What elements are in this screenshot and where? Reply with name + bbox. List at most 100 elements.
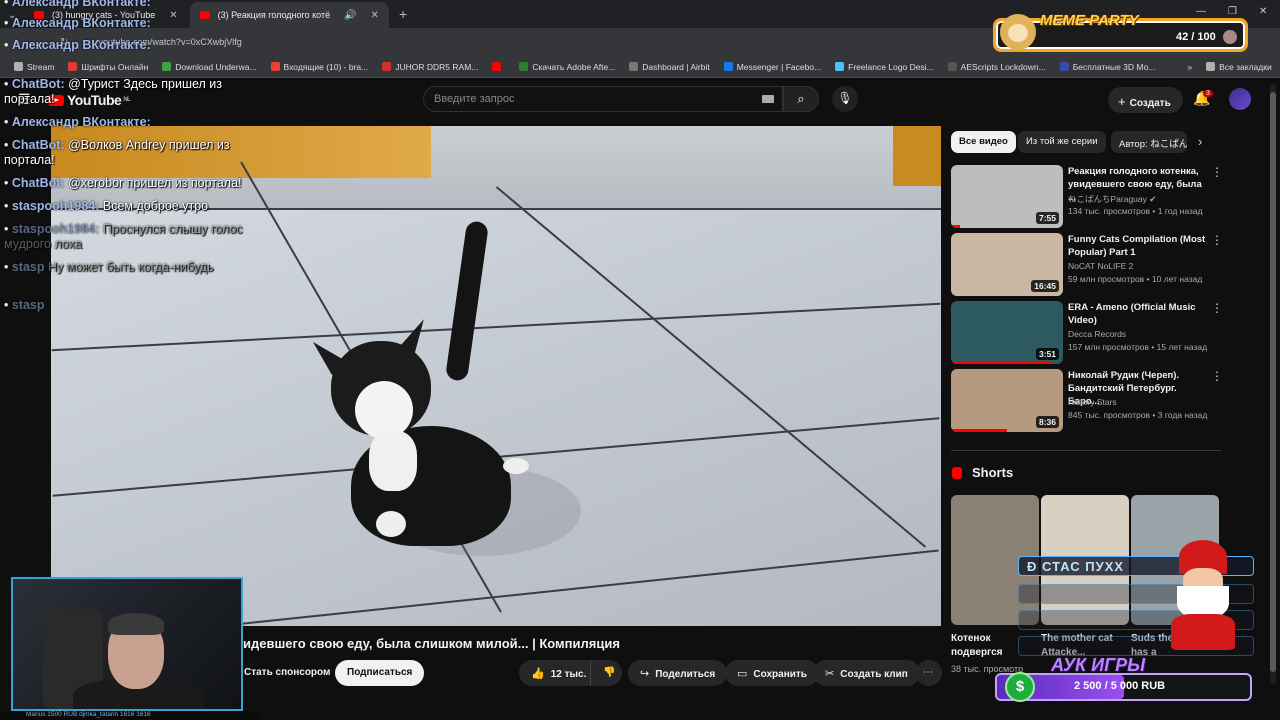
bookmark-aescripts[interactable]: AEScripts Lockdown... [947, 61, 1046, 72]
scissors-icon: ✂ [825, 668, 835, 680]
recommendation-item[interactable]: 7:55 Реакция голодного котенка, увидевшег… [951, 165, 1223, 229]
chat-author: stasp [11, 298, 45, 312]
shorts-heading-label: Shorts [972, 465, 1014, 480]
bookmark-underwater[interactable]: Download Underwa... [162, 62, 257, 72]
scrollbar-thumb[interactable] [1270, 92, 1276, 672]
bookmark-youtube[interactable] [492, 62, 505, 71]
more-vertical-icon[interactable]: ⋮ [1211, 301, 1223, 315]
more-vertical-icon[interactable]: ⋮ [1211, 369, 1223, 383]
like-button[interactable]: 👍 12 тыс. [519, 660, 590, 686]
all-bookmarks[interactable]: Все закладки [1206, 62, 1272, 72]
watch-progress-bar [951, 361, 1052, 364]
santa-sticker [1163, 540, 1243, 650]
dislike-button[interactable]: 👎 [590, 660, 622, 686]
search-button[interactable]: ⌕ [783, 86, 819, 112]
share-button[interactable]: ↪ Поделиться [628, 660, 728, 686]
sponsor-button[interactable]: Стать спонсором [232, 660, 342, 686]
chip-same-series[interactable]: Из той же серии [1018, 131, 1106, 153]
recommendation-channel[interactable]: NoCAT NoLIFE 2 [1068, 261, 1133, 271]
tab-audio-icon[interactable]: 🔊 [344, 10, 356, 21]
chat-text: Ну может быть когда-нибудь [48, 260, 214, 274]
more-vertical-icon[interactable]: ⋮ [1211, 233, 1223, 247]
bookmark-label: JUHOR DDR5 RAM... [395, 61, 479, 72]
more-vertical-icon[interactable]: ⋮ [1211, 165, 1223, 179]
cat-face [355, 381, 413, 439]
bookmark-3d[interactable]: Бесплатные 3D Мо... [1059, 62, 1155, 72]
chat-bullet: • [4, 199, 12, 213]
recommendation-item[interactable]: 8:36 Николай Рудик (Череп). Бандитский Пе… [951, 369, 1223, 433]
bookmark-airbit[interactable]: Dashboard | Airbit [629, 62, 710, 72]
chat-message: • staspooh1984: Всем доброе утро [4, 199, 266, 214]
bookmark-label: Freelance Logo Desi... [848, 61, 934, 72]
more-actions-button[interactable]: ⋯ [916, 660, 942, 686]
create-button[interactable]: + Создать [1108, 87, 1183, 113]
bookmark-stream[interactable]: Stream [14, 62, 54, 72]
bookmark-favicon-icon [162, 62, 172, 71]
bookmark-freelance[interactable]: Freelance Logo Desi... [835, 62, 934, 72]
video-duration: 16:45 [1031, 280, 1059, 292]
save-button[interactable]: ▭ Сохранить [725, 660, 819, 686]
auction-amount: 2 500 / 5 000 RUB [1074, 680, 1166, 692]
video-duration: 7:55 [1035, 212, 1059, 224]
subscribe-button[interactable]: Подписаться [335, 660, 425, 686]
verified-icon: ✔ [1149, 194, 1157, 204]
video-thumbnail[interactable]: 7:55 [951, 165, 1063, 228]
chat-message: • Александр ВКонтакте: [4, 0, 266, 10]
bookmark-label: Все закладки [1219, 61, 1272, 72]
video-thumbnail[interactable]: 16:45 [951, 233, 1063, 296]
chat-author: Александр ВКонтакте: [11, 115, 151, 129]
share-icon: ↪ [640, 668, 650, 680]
bookmark-inbox[interactable]: Входящие (10) - bra... [270, 62, 368, 72]
thumbs-down-icon: 👎 [603, 667, 616, 678]
bookmark-juhor[interactable]: JUHOR DDR5 RAM... [382, 62, 478, 72]
bookmarks-overflow-icon[interactable]: » [1187, 62, 1192, 72]
window-close-icon[interactable]: ✕ [1259, 6, 1267, 17]
video-duration: 8:36 [1035, 416, 1059, 428]
streamer-webcam [11, 577, 243, 711]
new-tab-button[interactable]: + [399, 6, 407, 22]
recommendation-channel[interactable]: History Stars [1068, 397, 1117, 407]
video-door-frame [893, 126, 941, 186]
keyboard-icon[interactable] [762, 95, 774, 103]
chip-label: Из той же серии [1026, 136, 1098, 147]
video-thumbnail[interactable]: 8:36 [951, 369, 1063, 432]
chip-author[interactable]: Автор: ねこぱん [1111, 131, 1187, 153]
bookmark-fonts[interactable]: Шрифты Онлайн [68, 62, 148, 72]
bookmark-label: Messenger | Facebo... [736, 61, 822, 72]
chat-message: • stasp [4, 298, 266, 313]
voice-search-button[interactable]: 🎙 [832, 86, 858, 112]
section-divider [951, 450, 1221, 451]
chat-message: • Александр ВКонтакте: [4, 115, 266, 130]
chat-author: Александр ВКонтакте: [11, 38, 151, 52]
search-input[interactable]: Введите запрос [423, 86, 783, 112]
chat-author: ChatBot: [11, 77, 65, 91]
tab-close-icon[interactable]: ✕ [371, 10, 379, 21]
bookmark-messenger[interactable]: Messenger | Facebo... [723, 61, 822, 72]
bookmark-label: AEScripts Lockdown... [960, 61, 1046, 72]
account-avatar[interactable] [1229, 88, 1251, 110]
minimize-icon[interactable]: — [1196, 6, 1206, 17]
channel-name: History Stars [1068, 397, 1117, 407]
chip-all-videos[interactable]: Все видео [951, 131, 1016, 153]
cat-chest [369, 431, 417, 491]
recommendation-channel[interactable]: ねこぱんちParaguay ✔ [1068, 193, 1156, 205]
chat-message: • staspooh1984: Проснулся слышу голос му… [4, 222, 266, 252]
recommendation-title[interactable]: Funny Cats Compilation (Most Popular) Pa… [1068, 233, 1208, 259]
meme-party-title: MEME PARTY [1040, 12, 1139, 29]
chevron-right-icon[interactable]: › [1198, 134, 1202, 149]
donation-ticker: Marius 1500 RUB djmka_tatarin 1616 1616 [0, 711, 260, 720]
like-count: 12 тыс. [550, 669, 587, 680]
channel-name: NoCAT NoLIFE 2 [1068, 261, 1134, 271]
recommendation-title[interactable]: ERA - Ameno (Official Music Video) [1068, 301, 1208, 327]
bookmark-label: Шрифты Онлайн [81, 61, 149, 72]
bookmark-adobe[interactable]: Скачать Adobe Afte... [519, 62, 615, 72]
recommendation-item[interactable]: 3:51 ERA - Ameno (Official Music Video) De… [951, 301, 1223, 365]
video-thumbnail[interactable]: 3:51 [951, 301, 1063, 364]
recommendation-item[interactable]: 16:45 Funny Cats Compilation (Most Popula… [951, 233, 1223, 297]
bookmark-icon: ▭ [737, 668, 748, 680]
maximize-icon[interactable]: ❐ [1228, 6, 1237, 17]
watch-progress-bar [951, 429, 1007, 432]
clip-button[interactable]: ✂ Создать клип [813, 660, 920, 686]
recommendation-channel[interactable]: Decca Records [1068, 329, 1126, 339]
shorts-icon [952, 466, 962, 479]
